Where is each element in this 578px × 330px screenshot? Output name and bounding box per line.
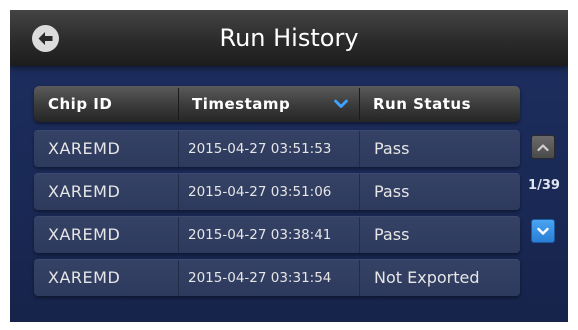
column-header-timestamp[interactable]: Timestamp	[192, 86, 290, 122]
timestamp-cell: 2015-04-27 03:38:41	[188, 227, 332, 243]
run-status-cell: Not Exported	[374, 268, 480, 287]
header-bar: Run History	[10, 10, 568, 66]
cell-divider	[178, 260, 179, 296]
chip-id-cell: XAREMD	[48, 182, 121, 201]
column-header-run-status[interactable]: Run Status	[373, 86, 471, 122]
column-header-chip-id[interactable]: Chip ID	[48, 86, 112, 122]
cell-divider	[178, 174, 179, 210]
table-header: Chip ID Timestamp Run Status	[34, 86, 520, 122]
page-title: Run History	[219, 24, 359, 52]
table-row[interactable]: XAREMD 2015-04-27 03:51:06 Pass	[34, 173, 520, 210]
back-arrow-icon	[38, 32, 53, 45]
scroll-down-button[interactable]	[531, 219, 555, 243]
cell-divider	[359, 260, 360, 296]
cell-divider	[359, 131, 360, 167]
chevron-up-icon	[537, 143, 549, 151]
chip-id-cell: XAREMD	[48, 268, 121, 287]
cell-divider	[178, 217, 179, 253]
chip-id-cell: XAREMD	[48, 225, 121, 244]
run-history-screen: Run History Chip ID Timestamp Run Status…	[10, 10, 568, 322]
timestamp-cell: 2015-04-27 03:31:54	[188, 270, 332, 286]
cell-divider	[178, 131, 179, 167]
cell-divider	[359, 217, 360, 253]
run-status-cell: Pass	[374, 225, 410, 244]
timestamp-cell: 2015-04-27 03:51:06	[188, 184, 332, 200]
chevron-down-icon	[537, 227, 549, 235]
page-indicator: 1/39	[528, 178, 560, 193]
column-divider	[178, 88, 179, 120]
chip-id-cell: XAREMD	[48, 139, 121, 158]
chevron-down-icon[interactable]	[334, 99, 348, 109]
run-status-cell: Pass	[374, 139, 410, 158]
scroll-up-button[interactable]	[531, 135, 555, 159]
table-row[interactable]: XAREMD 2015-04-27 03:31:54 Not Exported	[34, 259, 520, 296]
cell-divider	[359, 174, 360, 210]
table-row[interactable]: XAREMD 2015-04-27 03:38:41 Pass	[34, 216, 520, 253]
column-divider	[359, 88, 360, 120]
back-button[interactable]	[32, 25, 59, 52]
timestamp-cell: 2015-04-27 03:51:53	[188, 141, 332, 157]
table-row[interactable]: XAREMD 2015-04-27 03:51:53 Pass	[34, 130, 520, 167]
run-status-cell: Pass	[374, 182, 410, 201]
